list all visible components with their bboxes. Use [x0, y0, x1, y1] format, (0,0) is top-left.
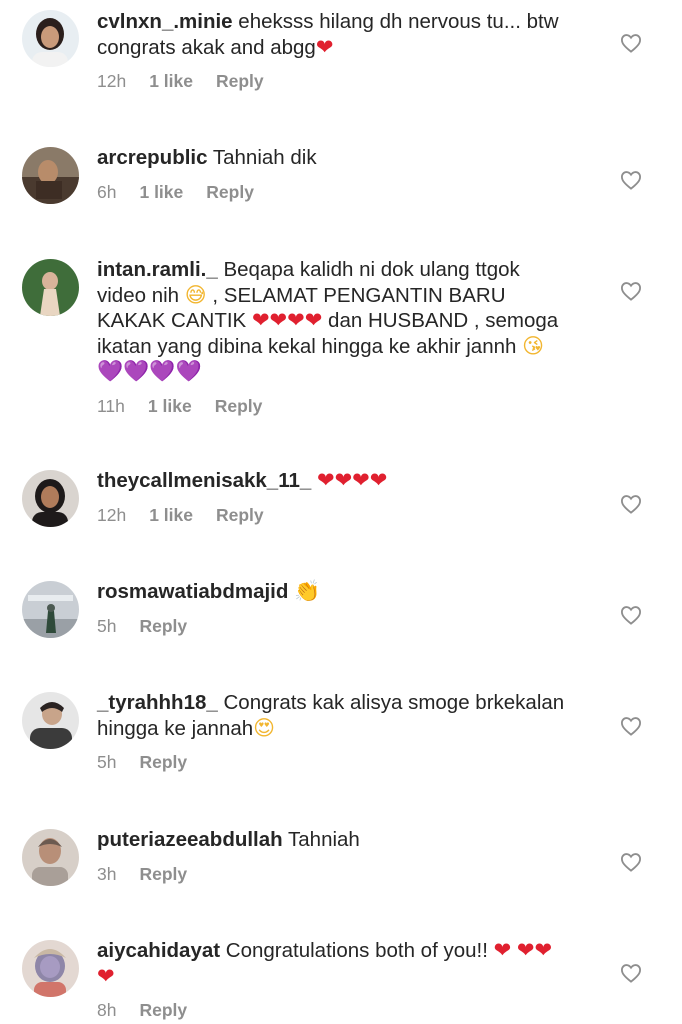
- comment-likes[interactable]: 1 like: [149, 70, 193, 92]
- red-heart-emoji: ❤❤❤❤: [251, 308, 323, 332]
- reply-button[interactable]: Reply: [139, 751, 187, 773]
- comment-username[interactable]: theycallmenisakk_11_: [97, 469, 311, 492]
- comment-meta: 5h Reply: [97, 751, 567, 773]
- avatar[interactable]: [22, 829, 79, 886]
- comment-meta: 5h Reply: [97, 615, 567, 637]
- comment-meta: 8h Reply: [97, 999, 567, 1021]
- clapping-hands-emoji: 👏: [294, 579, 321, 603]
- comment-meta: 12h 1 like Reply: [97, 504, 567, 526]
- reply-button[interactable]: Reply: [139, 863, 187, 885]
- heart-eyes-emoji: 😍: [253, 715, 276, 740]
- comment-time: 8h: [97, 1000, 117, 1020]
- comment-time: 12h: [97, 71, 127, 91]
- comment-time: 6h: [97, 181, 117, 202]
- comment-meta: 12h 1 like Reply: [97, 70, 567, 92]
- reply-button[interactable]: Reply: [206, 181, 254, 203]
- heart-outline-icon[interactable]: [620, 605, 642, 625]
- comment-meta: 6h 1 like Reply: [97, 181, 567, 203]
- comment-time: 5h: [97, 752, 117, 772]
- heart-outline-icon[interactable]: [620, 852, 642, 872]
- comment-time: 12h: [97, 504, 127, 525]
- comment-likes[interactable]: 1 like: [149, 504, 193, 526]
- comment-text: _tyrahhh18_ Congrats kak alisya smoge br…: [97, 690, 567, 741]
- comment-time: 3h: [97, 863, 117, 884]
- comment-content: Tahniah dik: [212, 146, 317, 169]
- comment-text: arcrepublic Tahniah dik: [97, 145, 567, 171]
- comment-text: intan.ramli._ Beqapa kalidh ni dok ulang…: [97, 257, 567, 385]
- red-heart-emoji: ❤❤❤❤: [316, 468, 388, 492]
- red-heart-emoji: ❤: [493, 938, 512, 962]
- heart-outline-icon[interactable]: [620, 170, 642, 190]
- reply-button[interactable]: Reply: [139, 999, 187, 1021]
- comment-username[interactable]: intan.ramli._: [97, 258, 218, 281]
- sweat-smile-emoji: 😅: [184, 282, 207, 307]
- heart-outline-icon[interactable]: [620, 716, 642, 736]
- comment-username[interactable]: aiycahidayat: [97, 939, 220, 962]
- comment-text: rosmawatiabdmajid 👏: [97, 579, 567, 605]
- comment-username[interactable]: puteriazeeabdullah: [97, 828, 283, 851]
- reply-button[interactable]: Reply: [216, 70, 264, 92]
- comment-username[interactable]: cvlnxn_.minie: [97, 10, 233, 33]
- avatar[interactable]: [22, 147, 79, 204]
- avatar[interactable]: [22, 259, 79, 316]
- comment-likes[interactable]: 1 like: [148, 395, 192, 417]
- comment-content: Tahniah: [288, 828, 360, 851]
- kiss-emoji: 😘: [522, 333, 545, 358]
- comment-text: puteriazeeabdullah Tahniah: [97, 827, 567, 853]
- avatar[interactable]: [22, 470, 79, 527]
- comment-time: 5h: [97, 615, 117, 636]
- comment-content: Congratulations both of you!!: [225, 939, 488, 962]
- comment-text: aiycahidayat Congratulations both of you…: [97, 938, 567, 989]
- heart-outline-icon[interactable]: [620, 33, 642, 53]
- heart-outline-icon[interactable]: [620, 494, 642, 514]
- reply-button[interactable]: Reply: [216, 504, 264, 526]
- comment-username[interactable]: arcrepublic: [97, 146, 208, 169]
- avatar[interactable]: [22, 692, 79, 749]
- reply-button[interactable]: Reply: [215, 395, 263, 417]
- comment-username[interactable]: _tyrahhh18_: [97, 691, 218, 714]
- comment-text: theycallmenisakk_11_ ❤❤❤❤: [97, 468, 567, 494]
- heart-outline-icon[interactable]: [620, 281, 642, 301]
- comment-time: 11h: [97, 395, 125, 416]
- avatar[interactable]: [22, 940, 79, 997]
- heart-outline-icon[interactable]: [620, 963, 642, 983]
- comment-text: cvlnxn_.minie eheksss hilang dh nervous …: [97, 9, 567, 60]
- reply-button[interactable]: Reply: [139, 615, 187, 637]
- avatar[interactable]: [22, 581, 79, 638]
- comment-meta: 3h Reply: [97, 863, 567, 885]
- purple-heart-emoji: 💜💜💜💜: [97, 359, 202, 383]
- comment-username[interactable]: rosmawatiabdmajid: [97, 580, 288, 603]
- comment-meta: 11h 1 like Reply: [97, 395, 567, 417]
- comment-likes[interactable]: 1 like: [139, 181, 183, 203]
- avatar[interactable]: [22, 10, 79, 67]
- red-heart-emoji: ❤: [315, 34, 334, 59]
